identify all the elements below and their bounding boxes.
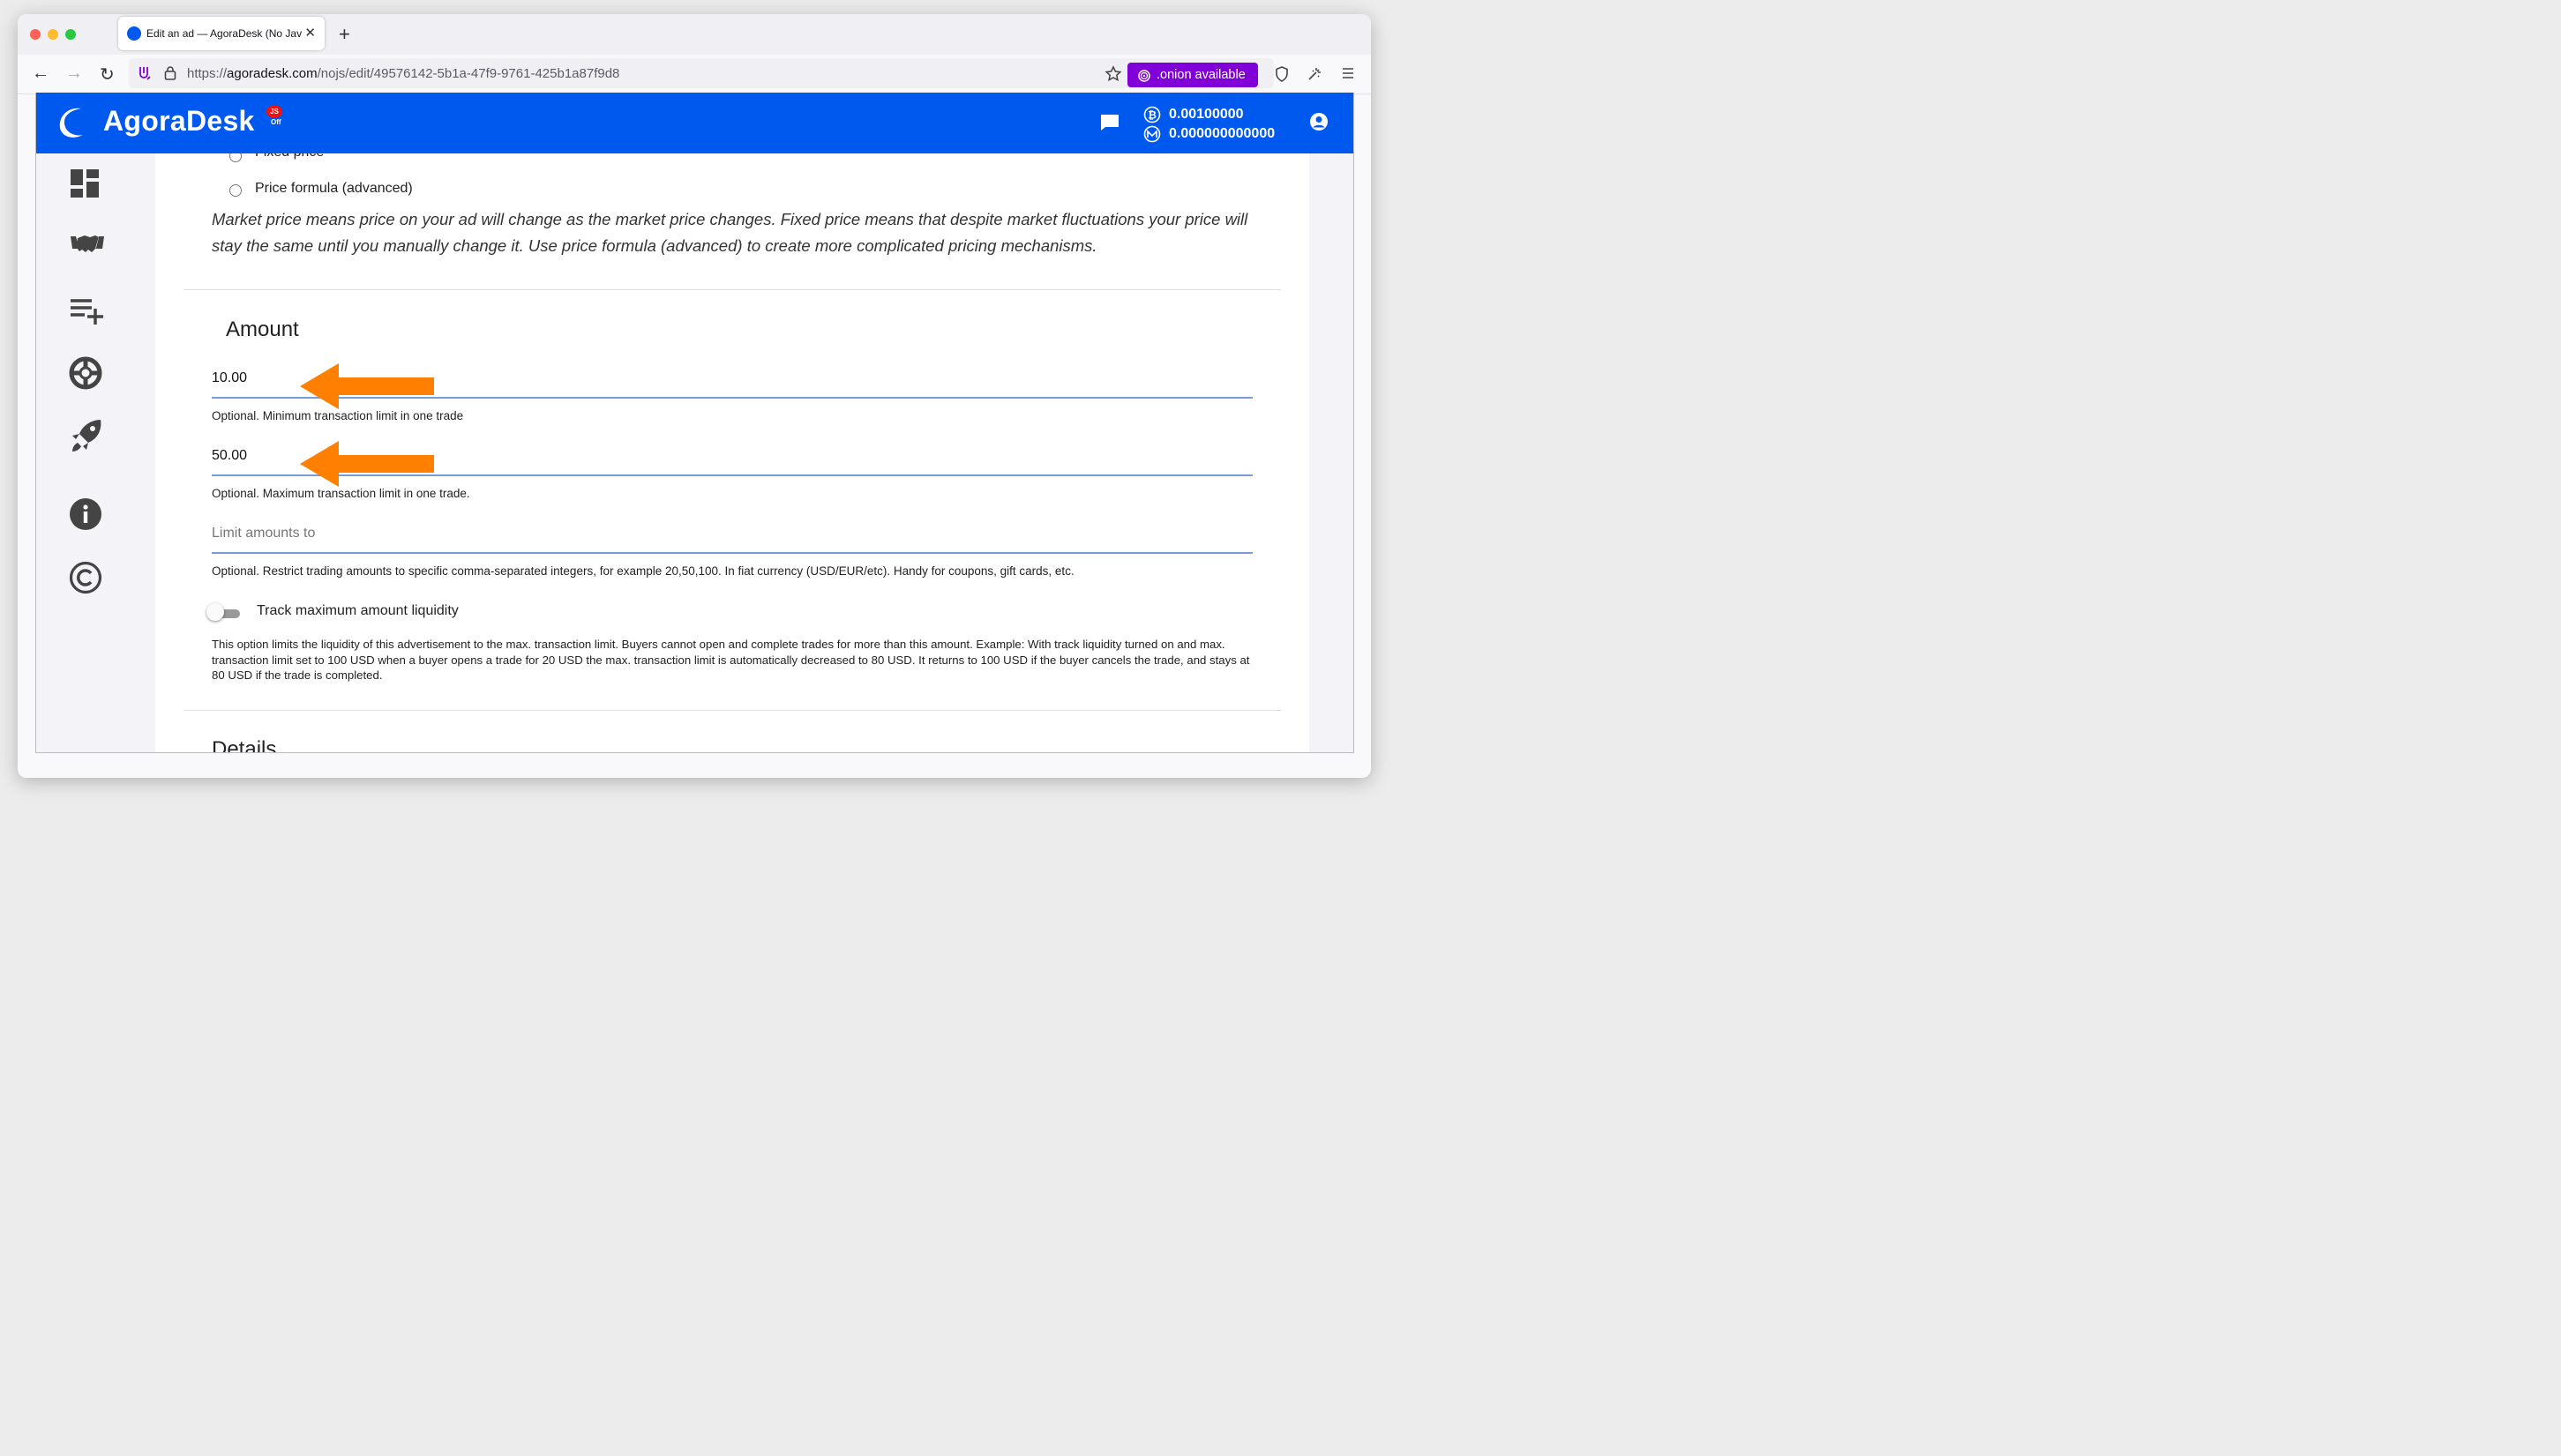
track-liquidity-label: Track maximum amount liquidity xyxy=(257,603,459,618)
min-amount-help: Optional. Minimum transaction limit in o… xyxy=(212,409,464,422)
browser-window: Edit an ad — AgoraDesk (No JavaScript) ✕… xyxy=(18,14,1371,778)
min-amount-input[interactable]: 10.00 xyxy=(212,370,247,386)
limit-amounts-help: Optional. Restrict trading amounts to sp… xyxy=(212,564,1075,578)
max-amount-help: Optional. Maximum transaction limit in o… xyxy=(212,487,470,500)
agoradesk-favicon-icon xyxy=(127,26,141,41)
edit-ad-form: Fixed price Price formula (advanced) Mar… xyxy=(155,153,1309,753)
maximize-window-button[interactable] xyxy=(65,29,76,40)
fixed-price-radio[interactable] xyxy=(229,153,242,162)
track-liquidity-help: This option limits the liquidity of this… xyxy=(212,638,1250,682)
new-tab-icon[interactable]: + xyxy=(339,23,350,46)
back-arrow-icon[interactable]: ← xyxy=(32,63,49,84)
max-amount-input[interactable]: 50.00 xyxy=(212,448,247,464)
chat-icon[interactable] xyxy=(1099,112,1120,138)
browser-tab[interactable]: Edit an ad — AgoraDesk (No JavaScript) ✕ xyxy=(118,17,325,50)
brand-name[interactable]: AgoraDesk xyxy=(103,105,255,138)
account-icon[interactable] xyxy=(1309,112,1329,136)
section-divider xyxy=(183,710,1281,711)
svg-text:₿: ₿ xyxy=(1148,109,1157,122)
sidebar-item-boost[interactable] xyxy=(69,418,104,459)
hamburger-menu-icon[interactable] xyxy=(1341,66,1355,85)
copyright-icon xyxy=(69,561,102,594)
forward-arrow-icon[interactable]: → xyxy=(65,63,83,84)
amount-section-title: Amount xyxy=(226,317,299,341)
tab-bar: Edit an ad — AgoraDesk (No JavaScript) ✕… xyxy=(18,14,1371,55)
limit-amounts-input[interactable]: Limit amounts to xyxy=(212,526,315,541)
reload-icon[interactable]: ↻ xyxy=(100,63,115,86)
track-liquidity-toggle-knob[interactable] xyxy=(206,603,224,621)
onion-available-label: .onion available xyxy=(1157,68,1246,82)
fixed-price-label: Fixed price xyxy=(255,153,324,161)
close-tab-icon[interactable]: ✕ xyxy=(304,25,316,41)
sidebar-item-post-ad[interactable] xyxy=(69,295,104,331)
sidebar xyxy=(35,153,155,753)
xmr-balance: 0.000000000000 xyxy=(1169,126,1276,141)
sidebar-item-copyright[interactable] xyxy=(69,561,102,599)
extensions-icon[interactable] xyxy=(1306,65,1323,87)
limit-amounts-underline xyxy=(212,552,1253,554)
btc-balance: 0.00100000 xyxy=(1169,107,1244,122)
agoradesk-logo-icon[interactable] xyxy=(55,105,86,145)
js-off-badge: JS Off xyxy=(266,106,289,131)
price-formula-radio[interactable] xyxy=(229,184,242,197)
annotation-arrow-min xyxy=(300,363,434,409)
shield-icon[interactable] xyxy=(1274,65,1290,87)
info-icon xyxy=(70,498,101,530)
rocket-icon xyxy=(72,420,101,452)
price-formula-label: Price formula (advanced) xyxy=(255,181,413,196)
monero-icon xyxy=(1143,125,1161,147)
sidebar-item-dashboard[interactable] xyxy=(69,168,101,204)
tab-title: Edit an ad — AgoraDesk (No JavaScript) xyxy=(146,27,302,40)
dashboard-icon xyxy=(71,169,99,198)
details-section-title: Details xyxy=(212,737,277,753)
playlist-add-icon xyxy=(71,299,103,325)
handshake-icon xyxy=(71,235,104,252)
right-margin xyxy=(1309,153,1353,753)
lifebuoy-icon xyxy=(69,356,102,390)
url-text[interactable]: https://agoradesk.com/nojs/edit/49576142… xyxy=(187,66,619,81)
pricing-description: Market price means price on your ad will… xyxy=(212,210,1248,255)
permissions-icon[interactable] xyxy=(138,65,152,86)
onion-available-button[interactable]: .onion available xyxy=(1127,63,1258,87)
sidebar-item-trades[interactable] xyxy=(69,229,106,265)
address-bar[interactable]: https://agoradesk.com/nojs/edit/49576142… xyxy=(129,58,1274,88)
lock-icon[interactable] xyxy=(164,65,176,85)
annotation-arrow-max xyxy=(300,441,434,487)
minimize-window-button[interactable] xyxy=(48,29,58,40)
bookmark-star-icon[interactable] xyxy=(1105,65,1122,87)
onion-icon xyxy=(1137,67,1151,86)
close-window-button[interactable] xyxy=(30,29,41,40)
sidebar-item-support[interactable] xyxy=(69,356,102,394)
section-divider xyxy=(183,289,1281,290)
site-header: AgoraDesk JS Off ₿ 0.00100000 0.00000000… xyxy=(35,93,1353,153)
sidebar-item-info[interactable] xyxy=(69,497,102,535)
